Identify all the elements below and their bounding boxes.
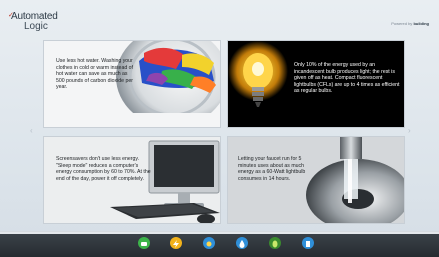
bottom-dock (0, 234, 439, 257)
dock-item-building[interactable] (296, 236, 320, 257)
dock-item-energy[interactable] (164, 236, 188, 257)
leaf-icon (269, 237, 281, 249)
powered-by-prefix: Powered by (391, 21, 413, 26)
next-arrow-icon[interactable]: › (408, 126, 411, 135)
tip-text: Letting your faucet run for 5 minutes us… (238, 156, 306, 182)
logo-line-2: Logic (24, 21, 48, 32)
overview-icon (138, 237, 150, 249)
tip-text: Only 10% of the energy used by an incand… (294, 62, 400, 95)
tip-card-screensaver[interactable]: Screensavers don't use less energy. "Sle… (43, 136, 221, 224)
powered-by: Powered by building (391, 21, 429, 26)
energy-icon (170, 237, 182, 249)
tip-text: Use less hot water. Washing your clothes… (56, 58, 134, 91)
dock-item-green[interactable] (263, 236, 287, 257)
tip-card-hot-water[interactable]: Use less hot water. Washing your clothes… (43, 40, 221, 128)
powered-by-brand: building (413, 21, 429, 26)
automated-logic-logo: ✓ Automated Logic (8, 12, 58, 32)
dock-item-overview[interactable] (132, 236, 156, 257)
building-icon (302, 237, 314, 249)
logo-check-icon: ✓ (8, 12, 14, 19)
app-window: ✓ Automated Logic Powered by building ‹ … (0, 0, 439, 257)
water-icon (236, 237, 248, 249)
dock-item-water[interactable] (230, 236, 254, 257)
header: ✓ Automated Logic Powered by building (0, 0, 439, 34)
tip-card-lightbulb[interactable]: Only 10% of the energy used by an incand… (227, 40, 405, 128)
previous-arrow-icon[interactable]: ‹ (30, 126, 33, 135)
tip-card-faucet[interactable]: Letting your faucet run for 5 minutes us… (227, 136, 405, 224)
dock-item-solar[interactable] (197, 236, 221, 257)
solar-icon (203, 237, 215, 249)
tip-text: Screensavers don't use less energy. "Sle… (56, 156, 151, 182)
